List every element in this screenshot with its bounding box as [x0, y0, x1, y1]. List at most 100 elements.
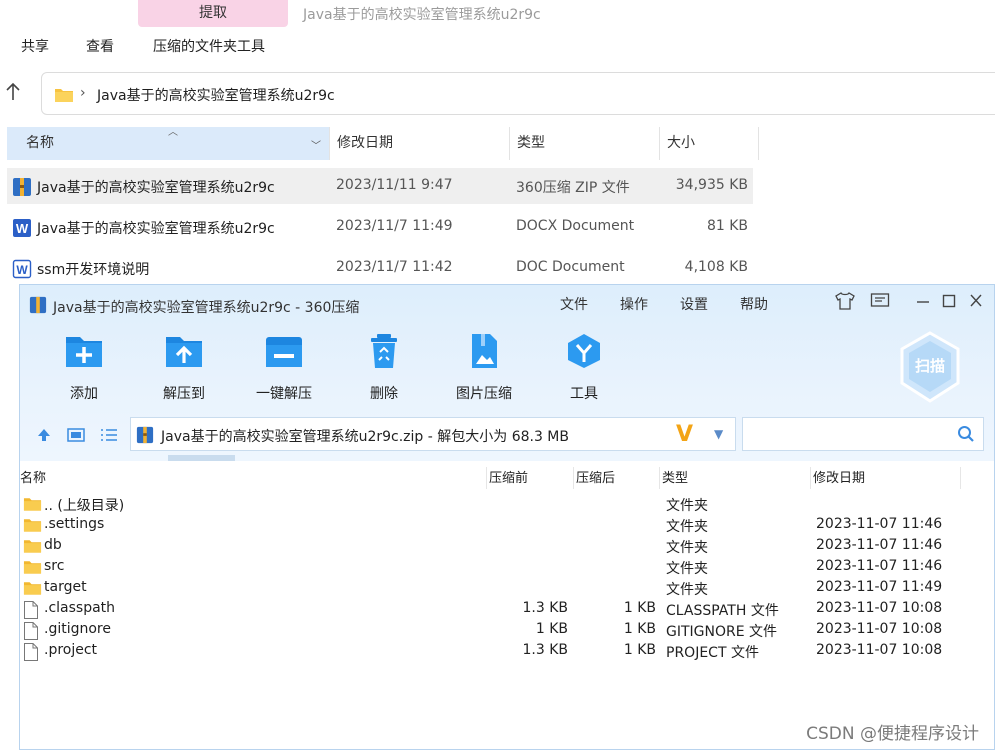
column-header-type[interactable]: 类型: [659, 467, 688, 489]
breadcrumb-chevron-icon[interactable]: ›: [80, 85, 86, 101]
verified-v-icon[interactable]: V: [676, 422, 693, 447]
folder-icon: [23, 580, 42, 600]
archive-path-text: Java基于的高校实验室管理系统u2r9c.zip - 解包大小为 68.3 M…: [161, 429, 569, 445]
ribbon-tab-share[interactable]: 共享: [21, 36, 49, 56]
item-name: target: [44, 579, 87, 595]
menu-file[interactable]: 文件: [560, 294, 588, 314]
item-name: .project: [44, 642, 98, 658]
address-path: Java基于的高校实验室管理系统u2r9c: [97, 88, 335, 104]
column-divider: [960, 467, 961, 489]
list-item[interactable]: .project 1.3 KB 1 KB PROJECT 文件 2023-11-…: [20, 641, 995, 662]
delete-button[interactable]: 删除: [344, 333, 424, 403]
item-date: 2023-11-07 10:08: [816, 642, 943, 658]
minimize-icon[interactable]: [916, 292, 930, 314]
item-date: 2023-11-07 11:49: [816, 579, 943, 595]
file-size: 4,108 KB: [684, 259, 748, 275]
column-header-date[interactable]: 修改日期: [810, 467, 865, 489]
column-header-after[interactable]: 压缩后: [573, 467, 615, 489]
tools-cube-icon: [544, 333, 624, 373]
scan-button[interactable]: 扫描: [898, 331, 962, 403]
explorer-window-title: Java基于的高校实验室管理系统u2r9c: [303, 7, 541, 23]
item-date: 2023-11-07 10:08: [816, 621, 943, 637]
list-item[interactable]: .classpath 1.3 KB 1 KB CLASSPATH 文件 2023…: [20, 599, 995, 620]
list-item[interactable]: target 文件夹 2023-11-07 11:49: [20, 578, 995, 599]
tab-indicator: [168, 455, 235, 461]
list-item[interactable]: .. (上级目录) 文件夹: [20, 494, 995, 515]
word-doc-icon: W: [12, 218, 32, 242]
address-bar[interactable]: › Java基于的高校实验室管理系统u2r9c: [41, 72, 995, 115]
item-type: 文件夹: [666, 540, 708, 556]
file-row[interactable]: Java基于的高校实验室管理系统u2r9c 2023/11/11 9:47 36…: [7, 168, 753, 204]
list-item[interactable]: .settings 文件夹 2023-11-07 11:46: [20, 515, 995, 536]
item-size-after: 1 KB: [623, 642, 656, 658]
file-size: 34,935 KB: [675, 177, 748, 193]
up-arrow-icon[interactable]: [5, 82, 25, 106]
archive-path-bar[interactable]: Java基于的高校实验室管理系统u2r9c.zip - 解包大小为 68.3 M…: [130, 417, 736, 451]
item-size-after: 1 KB: [623, 600, 656, 616]
zip-app-logo-icon: [29, 296, 47, 318]
file-name: Java基于的高校实验室管理系统u2r9c: [37, 221, 275, 237]
zip-window-title: Java基于的高校实验室管理系统u2r9c - 360压缩: [53, 300, 360, 316]
item-date: 2023-11-07 10:08: [816, 600, 943, 616]
image-compress-label: 图片压缩: [456, 386, 512, 402]
svg-text:W: W: [16, 263, 28, 277]
item-type: 文件夹: [666, 561, 708, 577]
file-name: ssm开发环境说明: [37, 262, 150, 278]
ribbon-tab-view[interactable]: 查看: [86, 36, 114, 56]
column-header-size[interactable]: 大小: [659, 127, 759, 160]
list-view-icon[interactable]: [100, 427, 118, 447]
file-type: DOCX Document: [516, 218, 635, 234]
menu-operate[interactable]: 操作: [620, 294, 648, 314]
item-name: .classpath: [44, 600, 116, 616]
file-row[interactable]: W ssm开发环境说明 2023/11/7 11:42 DOC Document…: [7, 250, 753, 286]
skin-shirt-icon[interactable]: [835, 292, 855, 314]
column-header-before[interactable]: 压缩前: [486, 467, 528, 489]
zip-archive-icon: [136, 426, 154, 448]
item-date: 2023-11-07 11:46: [816, 516, 943, 532]
add-button[interactable]: 添加: [44, 333, 124, 403]
one-click-extract-button[interactable]: 一键解压: [244, 333, 324, 403]
column-header-date[interactable]: 修改日期: [329, 127, 509, 160]
one-click-extract-icon: [244, 333, 324, 373]
item-type: 文件夹: [666, 498, 708, 514]
image-compress-button[interactable]: 图片压缩: [444, 333, 524, 403]
file-date: 2023/11/7 11:42: [336, 259, 453, 275]
search-input[interactable]: [742, 417, 984, 451]
list-item[interactable]: src 文件夹 2023-11-07 11:46: [20, 557, 995, 578]
menu-help[interactable]: 帮助: [740, 294, 768, 314]
maximize-icon[interactable]: [942, 292, 956, 314]
list-item[interactable]: .gitignore 1 KB 1 KB GITIGNORE 文件 2023-1…: [20, 620, 995, 641]
image-compress-icon: [444, 333, 524, 373]
column-header-type[interactable]: 类型: [509, 127, 659, 160]
chevron-down-icon[interactable]: ▼: [714, 427, 723, 441]
item-size-after: 1 KB: [623, 621, 656, 637]
folder-icon: [23, 538, 42, 558]
chevron-down-icon[interactable]: ﹀: [311, 137, 321, 152]
column-header-name[interactable]: 名称: [20, 467, 46, 489]
folder-icon: [23, 517, 42, 537]
item-type: GITIGNORE 文件: [666, 624, 778, 640]
ribbon-context-tab-extract[interactable]: 提取: [138, 0, 288, 27]
up-level-icon[interactable]: [36, 427, 52, 447]
item-date: 2023-11-07 11:46: [816, 537, 943, 553]
tools-button[interactable]: 工具: [544, 333, 624, 403]
search-icon[interactable]: [957, 425, 975, 447]
zip-window: Java基于的高校实验室管理系统u2r9c - 360压缩 文件 操作 设置 帮…: [19, 284, 995, 750]
list-item[interactable]: db 文件夹 2023-11-07 11:46: [20, 536, 995, 557]
item-name: src: [44, 558, 65, 574]
item-type: 文件夹: [666, 519, 708, 535]
item-size-before: 1.3 KB: [522, 642, 569, 658]
file-type: 360压缩 ZIP 文件: [516, 180, 630, 196]
file-icon: [23, 643, 39, 665]
thumbnail-view-icon[interactable]: [67, 427, 85, 447]
csdn-watermark: CSDN @便捷程序设计: [806, 724, 979, 744]
close-icon[interactable]: [969, 292, 983, 314]
extract-to-button[interactable]: 解压到: [144, 333, 224, 403]
svg-text:W: W: [16, 221, 29, 236]
menu-settings[interactable]: 设置: [680, 294, 708, 314]
add-label: 添加: [70, 386, 98, 402]
file-row[interactable]: W Java基于的高校实验室管理系统u2r9c 2023/11/7 11:49 …: [7, 209, 753, 245]
ribbon-tab-compressed-folder-tools[interactable]: 压缩的文件夹工具: [153, 36, 265, 56]
one-click-extract-label: 一键解压: [256, 386, 312, 402]
message-icon[interactable]: [870, 292, 890, 314]
